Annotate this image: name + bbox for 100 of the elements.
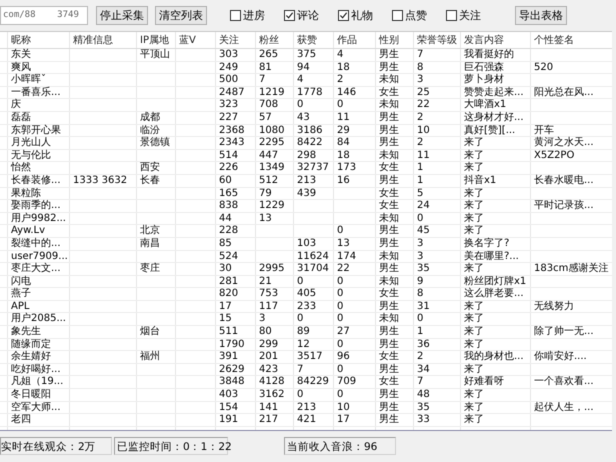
- table-cell-text: 0: [296, 276, 304, 288]
- export-button[interactable]: 导出表格: [515, 6, 567, 24]
- column-header[interactable]: 昵称: [8, 32, 70, 49]
- column-header[interactable]: 发言内容: [461, 32, 531, 49]
- table-cell-text: 217: [258, 414, 280, 427]
- column-header[interactable]: 荣誉等级: [414, 32, 461, 49]
- table-cell-text: 真好[赞][...: [463, 124, 516, 136]
- table-cell-text: 79: [258, 188, 273, 200]
- table-cell-text: 黄河之水天...: [533, 137, 595, 150]
- table-cell-text: 凡姐（19...: [10, 376, 64, 388]
- table-cell-text: 29: [336, 124, 351, 138]
- table-cell-text: 闪电: [10, 276, 32, 288]
- table-cell-text: 男生: [378, 49, 400, 62]
- table-cell-text: 18: [336, 150, 351, 162]
- table-cell-text: 来了: [463, 150, 485, 162]
- table-cell-text: 3: [416, 74, 424, 87]
- table-cell-text: 22: [416, 99, 431, 112]
- table-cell-text: 燕子: [10, 288, 32, 301]
- toolbar-button[interactable]: 停止采集: [96, 6, 148, 24]
- checkbox[interactable]: [446, 10, 457, 20]
- column-header[interactable]: 作品: [334, 32, 376, 49]
- table-cell-text: 起伏人生，...: [533, 402, 595, 414]
- table-cell-text: 3186: [296, 124, 324, 138]
- table-cell-text: 我看挺好的: [463, 49, 515, 62]
- table-cell-text: 423: [258, 364, 280, 376]
- checkbox[interactable]: [230, 10, 241, 20]
- table-cell-text: 赞赞走起来...: [463, 86, 525, 98]
- table-cell-text: 余生婧好: [10, 351, 52, 364]
- column-header[interactable]: IP属地: [137, 32, 176, 49]
- table-cell-text: 32737: [296, 162, 330, 175]
- table-cell-text: 94: [296, 62, 311, 74]
- table-cell-text: 1219: [258, 86, 286, 100]
- url-field[interactable]: com/88 3749: [0, 6, 88, 24]
- table-cell-text: 来了: [463, 137, 485, 150]
- table-cell-text: 女生: [378, 188, 400, 200]
- table-cell-text: 开车: [533, 124, 555, 136]
- table-cell-text: 520: [533, 62, 554, 74]
- table-cell-text: 男生: [378, 62, 400, 74]
- table-cell-text: 抖音x1: [463, 174, 498, 188]
- table-cell-text: 117: [258, 300, 280, 314]
- table-cell-text: 447: [258, 150, 280, 162]
- checkbox[interactable]: [284, 10, 295, 20]
- table-cell-text: 用户2085...: [10, 313, 67, 326]
- table-cell-text: 48: [416, 389, 431, 402]
- table-cell-text: 粉丝团灯牌x1: [463, 276, 528, 288]
- table-cell-text: 227: [218, 112, 240, 125]
- table-cell-text: 好难看呀: [463, 376, 505, 388]
- table-cell-text: 来了: [463, 338, 485, 350]
- table-cell-text: 4: [336, 49, 344, 62]
- table-cell-text: 长春水暖电...: [533, 174, 595, 188]
- table-cell-text: 3162: [258, 389, 286, 402]
- table-cell-text: 阳光总在风...: [533, 86, 595, 100]
- column-header[interactable]: 蓝V: [176, 32, 216, 49]
- table-cell-text: 来了: [463, 414, 485, 427]
- table-cell-text: 0: [336, 313, 344, 326]
- table-cell-text: 84229: [296, 376, 330, 390]
- table-cell-text: 511: [218, 326, 240, 339]
- table-cell-text: 11624: [296, 250, 330, 264]
- table-cell-text: 7: [296, 364, 304, 376]
- table-cell-text: 2: [336, 74, 344, 87]
- checkbox[interactable]: [338, 10, 349, 20]
- table-cell-text: 西安: [139, 162, 161, 174]
- column-header[interactable]: 获赞: [294, 32, 334, 49]
- table-cell-text: 500: [218, 74, 240, 87]
- table-cell-text: 708: [258, 99, 280, 112]
- table-cell-text: 1080: [258, 124, 286, 138]
- table-cell-text: 1229: [258, 200, 286, 213]
- table-cell-text: 7: [416, 376, 424, 390]
- toolbar-button[interactable]: 清空列表: [155, 6, 207, 24]
- table-cell-text: 31: [416, 300, 431, 314]
- table-cell-text: 514: [218, 150, 240, 162]
- column-header[interactable]: 关注: [216, 32, 256, 49]
- table-cell-text: 22: [336, 263, 351, 276]
- table-cell-text: 249: [218, 62, 240, 74]
- table-cell-text: Ayw.Lv: [10, 225, 46, 238]
- table-cell-text: 1: [416, 162, 424, 175]
- table-cell-text: 11: [416, 150, 431, 162]
- table-cell-text: 无线努力: [533, 300, 575, 314]
- column-header[interactable]: 个性签名: [531, 32, 612, 49]
- table-cell-text: 43: [296, 112, 311, 125]
- table-cell-text: 5: [416, 188, 424, 200]
- table-cell-text: 萝卜身材: [463, 74, 505, 86]
- table-cell-text: 1333 3632: [72, 174, 128, 188]
- table-cell-text: 0: [296, 389, 304, 402]
- table-cell-text: 25: [416, 86, 431, 100]
- table-cell-text: 2629: [218, 364, 246, 376]
- column-header[interactable]: 性别: [376, 32, 414, 49]
- table-cell-text: 709: [336, 376, 358, 390]
- column-header[interactable]: 精准信息: [70, 32, 137, 49]
- table-cell-text: 323: [218, 99, 240, 112]
- table-cell-text: 8: [416, 62, 424, 74]
- checkbox[interactable]: [392, 10, 403, 20]
- table-cell-text: 30: [218, 263, 233, 276]
- column-header[interactable]: 粉丝: [256, 32, 294, 49]
- table-cell-text: 57: [258, 112, 273, 125]
- table-cell-text: 枣庄: [139, 263, 161, 276]
- table-cell-text: 820: [218, 288, 240, 301]
- table-cell-text: 154: [218, 402, 240, 414]
- table-cell-text: 0: [416, 212, 424, 226]
- table-cell-text: 用户9982...: [10, 212, 67, 226]
